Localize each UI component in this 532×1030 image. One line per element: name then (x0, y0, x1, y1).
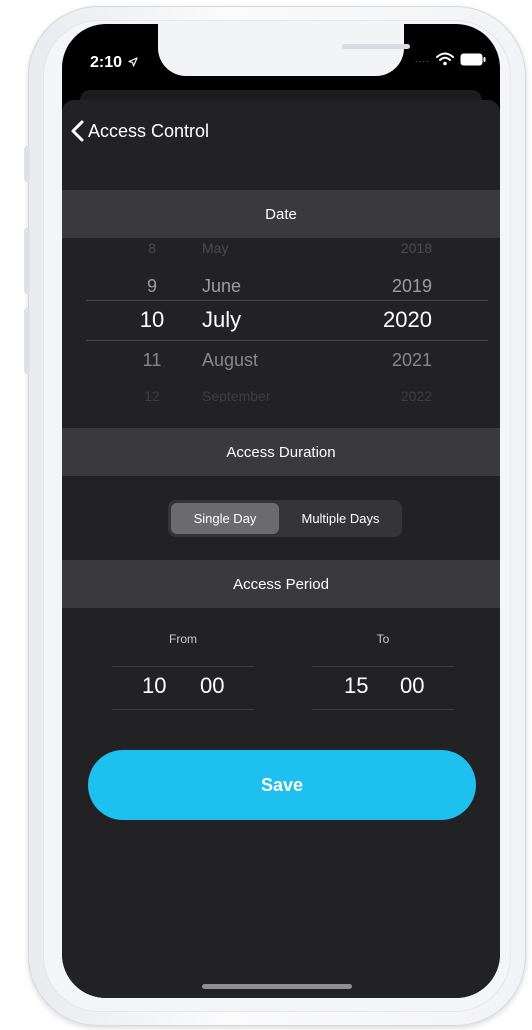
save-button[interactable]: Save (88, 750, 476, 820)
to-hour: 15 (344, 673, 369, 698)
date-picker[interactable]: 8 May 2018 9 June 2019 10 July 2020 11 August 2021 1… (62, 238, 500, 402)
navigation-bar: Access Control (62, 100, 500, 166)
date-header-label: Date (265, 205, 297, 223)
picker-year: 2019 (391, 276, 432, 296)
picker-row[interactable]: 8 May 2018 (62, 238, 500, 266)
to-minute: 00 (400, 673, 425, 698)
status-time: 2:10 (90, 54, 139, 72)
date-header: Date (62, 190, 500, 238)
wifi-icon (436, 52, 454, 66)
signal-dots-icon: .... (414, 53, 430, 65)
back-button[interactable]: Access Control (70, 120, 209, 142)
picker-month: July (202, 307, 242, 332)
from-hour: 10 (142, 673, 167, 698)
picker-row[interactable]: 12 September 2022 (62, 378, 500, 402)
picker-month: September (202, 388, 271, 402)
picker-month: May (202, 240, 229, 256)
picker-year: 2020 (383, 307, 432, 332)
picker-day: 11 (142, 350, 162, 370)
period-header-label: Access Period (233, 575, 329, 593)
to-label: To (376, 632, 390, 646)
duration-segmented-control: Single Day Multiple Days (168, 500, 402, 537)
from-time-picker[interactable]: 10 00 (112, 666, 254, 710)
mute-switch (24, 146, 30, 182)
home-indicator (202, 984, 352, 989)
status-time-text: 2:10 (90, 54, 123, 71)
picker-row[interactable]: 10 July 2020 (62, 302, 500, 338)
picker-day: 9 (146, 276, 157, 296)
volume-up-button (24, 228, 30, 294)
from-minute: 00 (200, 673, 225, 698)
picker-row[interactable]: 11 August 2021 (62, 342, 500, 378)
multiple-days-segment[interactable]: Multiple Days (282, 503, 399, 534)
phone-screen: 2:10 .... Access Control Date 8 May 2018… (62, 24, 500, 998)
status-icons: .... (415, 52, 486, 66)
volume-down-button (24, 308, 30, 374)
location-arrow-icon (128, 57, 139, 67)
access-control-sheet: Access Control Date 8 May 2018 9 June 2019 10 J… (62, 100, 500, 998)
battery-icon (460, 53, 486, 65)
back-label: Access Control (88, 120, 210, 141)
picker-year: 2022 (400, 388, 432, 402)
duration-header: Access Duration (62, 428, 500, 476)
speaker-grille (342, 44, 410, 49)
notch (158, 24, 410, 76)
duration-header-label: Access Duration (226, 443, 336, 461)
picker-selection-bottom-line (86, 340, 488, 341)
from-label: From (169, 632, 197, 646)
picker-day: 12 (144, 388, 160, 402)
picker-month: August (202, 350, 259, 370)
picker-month: June (202, 276, 242, 296)
to-time-picker[interactable]: 15 00 (312, 666, 454, 710)
single-day-segment[interactable]: Single Day (171, 503, 279, 534)
picker-day: 8 (148, 240, 156, 256)
picker-year: 2021 (391, 350, 432, 370)
period-header: Access Period (62, 560, 500, 608)
picker-year: 2018 (400, 240, 432, 256)
chevron-left-icon (71, 120, 84, 142)
picker-row[interactable]: 9 June 2019 (62, 268, 500, 304)
picker-day: 10 (139, 307, 165, 332)
